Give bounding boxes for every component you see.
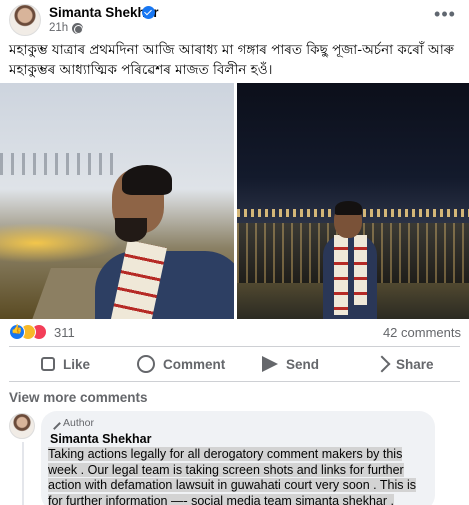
share-label: Share — [396, 356, 434, 372]
author-badge-label: Author — [63, 417, 94, 429]
thumbs-up-icon — [41, 357, 55, 371]
post-header: Simanta Shekhar 21h · ••• — [0, 0, 469, 40]
globe-icon — [72, 23, 83, 34]
view-more-comments-link[interactable]: View more comments — [9, 390, 148, 405]
post-action-bar: Like Comment Send Share — [0, 350, 469, 378]
post-photo-left[interactable] — [0, 83, 234, 319]
author-badge: Author — [48, 416, 94, 430]
comment-text: Taking actions legally for all derogator… — [48, 447, 428, 505]
post-photo-right[interactable] — [237, 83, 469, 319]
comment-text-body: Taking actions legally for all derogator… — [48, 447, 417, 505]
like-reaction-icon — [9, 324, 25, 340]
send-label: Send — [286, 356, 320, 372]
share-icon — [373, 355, 391, 373]
comment-icon — [137, 355, 155, 373]
post-text: মহাকুম্ভ যাত্ৰাৰ প্ৰথমদিনা আজি আৰাধ্য মা… — [9, 42, 454, 78]
comment-author-name[interactable]: Simanta Shekhar — [50, 432, 151, 446]
comment-button[interactable]: Comment — [137, 350, 225, 378]
reaction-count[interactable]: 311 — [54, 324, 75, 341]
like-button[interactable]: Like — [41, 350, 90, 378]
comment-count[interactable]: 42 comments — [383, 325, 461, 340]
verified-badge-icon — [142, 6, 155, 19]
divider — [9, 346, 460, 347]
comment-label: Comment — [163, 356, 226, 372]
share-button[interactable]: Share — [373, 350, 434, 378]
pen-icon — [48, 416, 61, 430]
comment-author-avatar[interactable] — [9, 413, 35, 439]
send-icon — [262, 356, 278, 372]
like-label: Like — [63, 356, 91, 372]
comment-thread-line — [22, 442, 24, 505]
divider — [9, 381, 460, 382]
send-button[interactable]: Send — [262, 350, 319, 378]
author-avatar[interactable] — [9, 4, 41, 36]
more-options-icon[interactable]: ••• — [432, 5, 458, 26]
